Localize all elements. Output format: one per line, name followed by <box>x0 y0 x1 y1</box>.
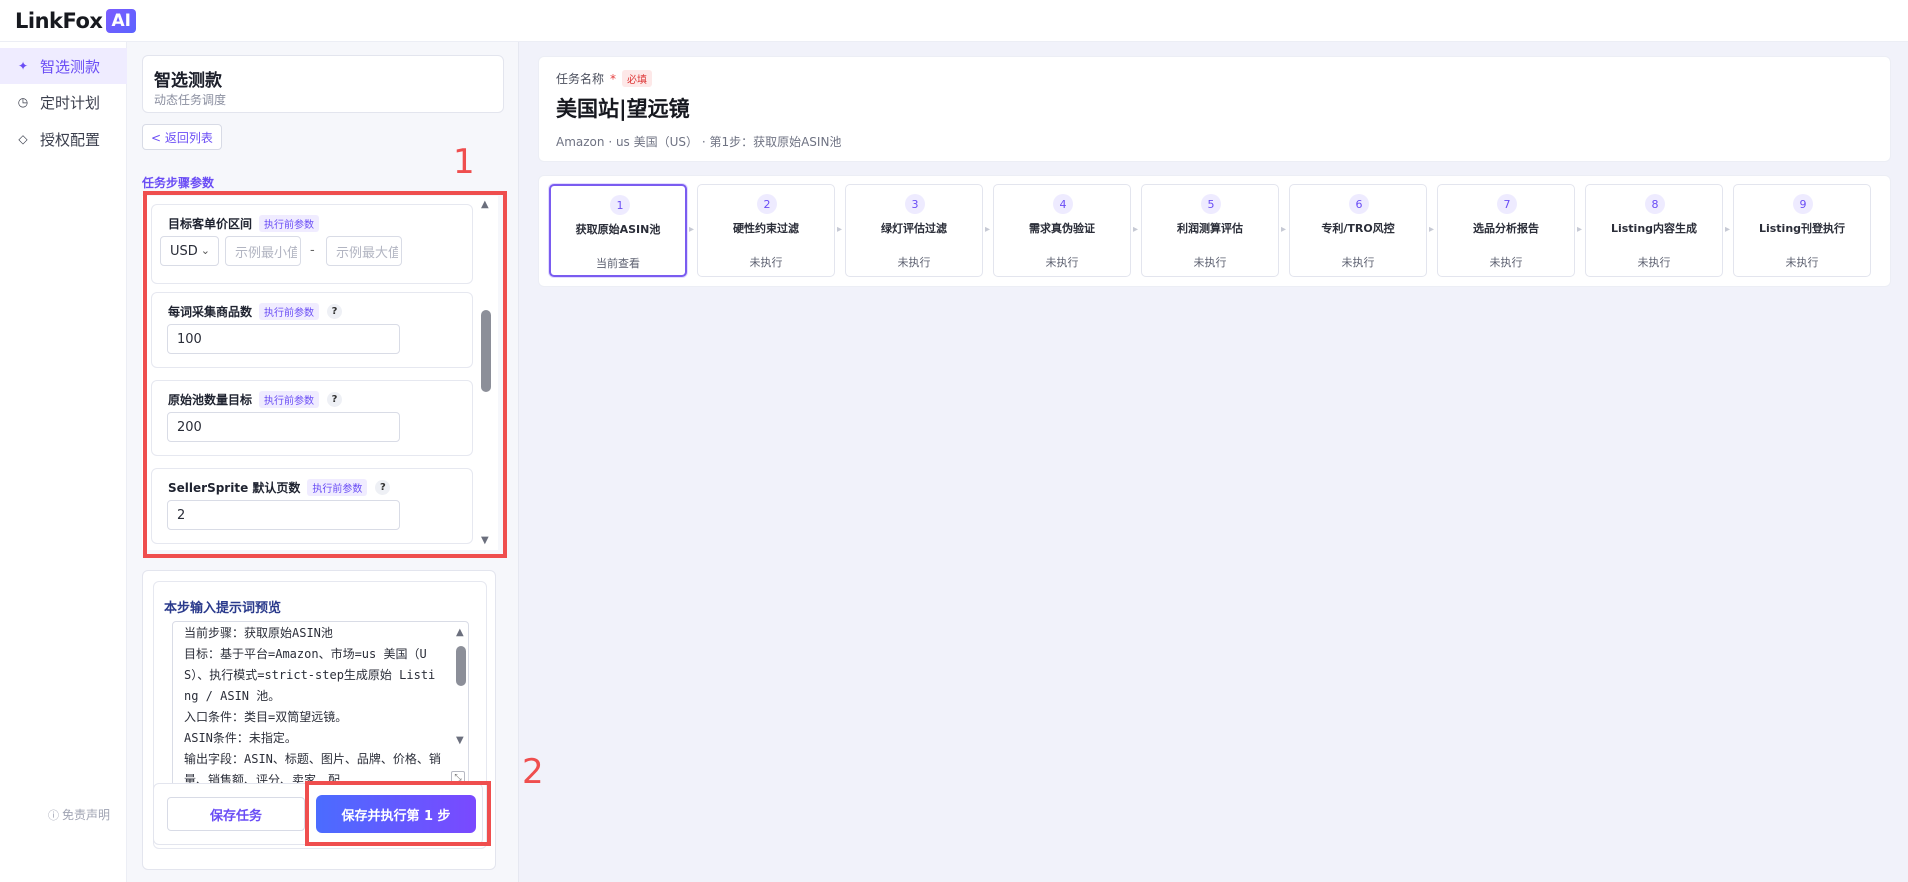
scroll-up-icon[interactable]: ▲ <box>456 627 464 638</box>
annotation-label-1: 1 <box>453 142 475 182</box>
step-name: Listing刊登执行 <box>1758 222 1846 235</box>
step-card-5[interactable]: 5 利润测算评估 未执行 <box>1141 184 1279 277</box>
logo-badge: AI <box>106 9 136 33</box>
task-info-card: 任务名称 * 必填 美国站|望远镜 Amazon · us 美国（US） · 第… <box>538 56 1891 162</box>
step-number: 7 <box>1497 194 1517 214</box>
step-number: 4 <box>1053 194 1073 214</box>
app-logo[interactable]: LinkFox AI <box>15 9 136 33</box>
arrow-right-icon: ▸ <box>1281 224 1287 235</box>
scroll-thumb[interactable] <box>456 646 466 686</box>
step-status: 未执行 <box>1785 256 1819 269</box>
arrow-right-icon: ▸ <box>985 224 991 235</box>
annotation-label-2: 2 <box>522 752 544 792</box>
diamond-icon: ◇ <box>18 132 28 146</box>
arrow-right-icon: ▸ <box>837 224 843 235</box>
step-name: 需求真伪验证 <box>1029 222 1095 235</box>
prompt-preview-title: 本步输入提示词预览 <box>164 601 282 616</box>
arrow-right-icon: ▸ <box>689 224 695 235</box>
logo-text: LinkFox <box>15 9 103 33</box>
step-status: 未执行 <box>1341 256 1375 269</box>
prompt-preview-text: 当前步骤：获取原始ASIN池 目标：基于平台=Amazon、市场=us 美国（U… <box>184 626 441 787</box>
sparkle-icon: ✦ <box>17 59 29 73</box>
step-card-2[interactable]: 2 硬性约束过滤 未执行 <box>697 184 835 277</box>
task-name-label: 任务名称 * 必填 <box>556 70 653 87</box>
step-number: 5 <box>1201 194 1221 214</box>
nav-item-label: 智选测款 <box>40 57 101 76</box>
step-number: 2 <box>757 194 777 214</box>
step-status: 当前查看 <box>596 257 640 270</box>
step-status: 未执行 <box>897 256 931 269</box>
step-number: 1 <box>610 195 630 215</box>
step-card-8[interactable]: 8 Listing内容生成 未执行 <box>1585 184 1723 277</box>
task-name[interactable]: 美国站|望远镜 <box>556 93 690 123</box>
step-card-3[interactable]: 3 绿灯评估过滤 未执行 <box>845 184 983 277</box>
back-to-list-button[interactable]: < 返回列表 <box>142 124 222 150</box>
steps-panel: 1 获取原始ASIN池 当前查看 ▸ 2 硬性约束过滤 未执行 ▸ 3 绿灯评估… <box>538 175 1891 287</box>
nav-item-schedule[interactable]: ◷ 定时计划 <box>0 84 127 120</box>
save-task-button[interactable]: 保存任务 <box>167 797 305 831</box>
nav-item-auth[interactable]: ◇ 授权配置 <box>0 121 127 157</box>
step-card-6[interactable]: 6 专利/TRO风控 未执行 <box>1289 184 1427 277</box>
panel-subtitle: 动态任务调度 <box>154 93 227 107</box>
panel-title: 智选测款 <box>154 71 222 91</box>
section-label: 任务步骤参数 <box>142 176 215 190</box>
step-card-9[interactable]: 9 Listing刊登执行 未执行 <box>1733 184 1871 277</box>
scroll-down-icon[interactable]: ▼ <box>456 735 464 746</box>
step-number: 6 <box>1349 194 1369 214</box>
info-icon: ⓘ <box>48 808 59 822</box>
step-number: 9 <box>1793 194 1813 214</box>
step-name: 获取原始ASIN池 <box>575 223 661 236</box>
disclaimer-label: 免责声明 <box>62 808 111 822</box>
step-name: 绿灯评估过滤 <box>881 222 947 235</box>
step-name: 硬性约束过滤 <box>733 222 799 235</box>
annotation-box-1 <box>143 191 507 558</box>
title-card: 智选测款 动态任务调度 <box>142 55 504 113</box>
step-card-7[interactable]: 7 选品分析报告 未执行 <box>1437 184 1575 277</box>
step-name: Listing内容生成 <box>1610 222 1698 235</box>
step-number: 8 <box>1645 194 1665 214</box>
arrow-right-icon: ▸ <box>1725 224 1731 235</box>
annotation-box-2 <box>305 781 491 846</box>
step-card-4[interactable]: 4 需求真伪验证 未执行 <box>993 184 1131 277</box>
nav-item-smart-select[interactable]: ✦ 智选测款 <box>0 48 127 84</box>
arrow-right-icon: ▸ <box>1133 224 1139 235</box>
step-name: 选品分析报告 <box>1473 222 1539 235</box>
step-status: 未执行 <box>1489 256 1523 269</box>
nav-item-label: 授权配置 <box>40 130 101 149</box>
step-card-1[interactable]: 1 获取原始ASIN池 当前查看 <box>549 184 687 277</box>
required-chip: 必填 <box>622 70 653 87</box>
step-status: 未执行 <box>1193 256 1227 269</box>
clock-icon: ◷ <box>17 95 29 109</box>
arrow-right-icon: ▸ <box>1429 224 1435 235</box>
top-bar: LinkFox AI <box>0 0 1908 42</box>
prompt-scrollbar[interactable]: ▲ ▼ <box>455 622 467 752</box>
required-star: * <box>610 71 617 86</box>
task-label-text: 任务名称 <box>556 72 605 86</box>
nav-item-label: 定时计划 <box>40 93 101 112</box>
prompt-preview-textarea[interactable]: 当前步骤：获取原始ASIN池 目标：基于平台=Amazon、市场=us 美国（U… <box>172 621 469 789</box>
step-status: 未执行 <box>1637 256 1671 269</box>
task-meta: Amazon · us 美国（US） · 第1步：获取原始ASIN池 <box>556 135 842 149</box>
step-name: 专利/TRO风控 <box>1321 222 1395 235</box>
step-number: 3 <box>905 194 925 214</box>
step-status: 未执行 <box>749 256 783 269</box>
step-status: 未执行 <box>1045 256 1079 269</box>
arrow-right-icon: ▸ <box>1577 224 1583 235</box>
disclaimer-link[interactable]: ⓘ 免责声明 <box>48 806 110 823</box>
step-name: 利润测算评估 <box>1177 222 1243 235</box>
side-nav: ✦ 智选测款 ◷ 定时计划 ◇ 授权配置 <box>0 42 127 882</box>
